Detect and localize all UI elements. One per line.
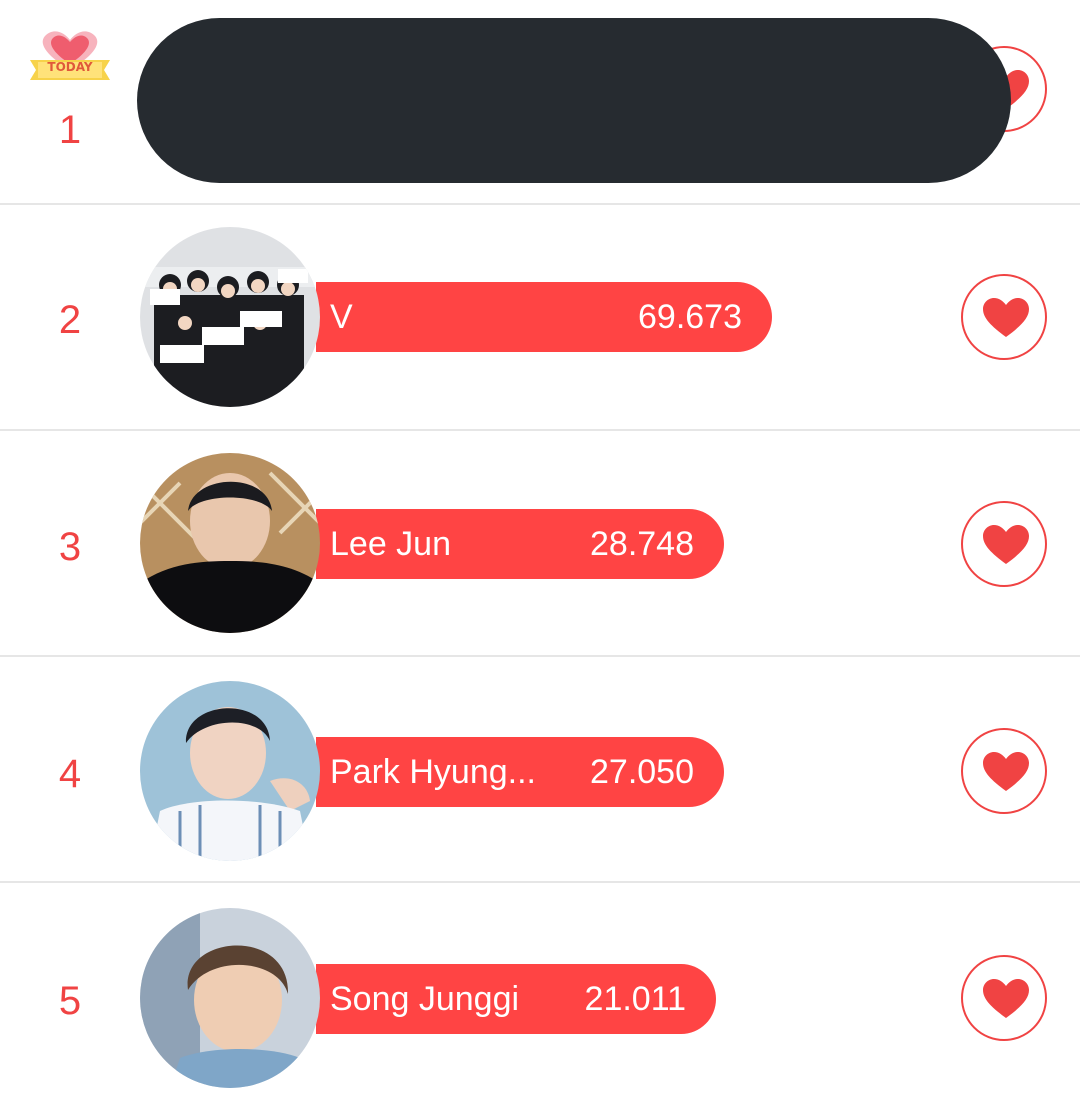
ranking-row-3[interactable]: 3 Lee Jun 28.748 (0, 431, 1080, 657)
avatar (140, 227, 320, 407)
rank-number: 5 (58, 979, 82, 1023)
today-heart-badge-icon: TODAY (24, 26, 116, 90)
heart-icon (983, 525, 1029, 564)
heart-icon (983, 979, 1029, 1018)
score-bar: V 69.673 (316, 282, 772, 352)
vote-heart-button[interactable] (961, 955, 1047, 1041)
vote-heart-button[interactable] (961, 728, 1047, 814)
rank-number: 3 (58, 525, 82, 569)
ranking-row-4[interactable]: 4 Park Hyung... 27.050 (0, 657, 1080, 883)
artist-name: Park Hyung... (330, 753, 536, 791)
avatar (140, 908, 320, 1088)
score-bar: Lee Jun 28.748 (316, 509, 724, 579)
ranking-row-5[interactable]: 5 Song Junggi 21.011 (0, 883, 1080, 1109)
rank-number: 4 (58, 752, 82, 796)
artist-name: V (330, 298, 353, 336)
vote-score: 69.673 (638, 298, 742, 336)
vote-heart-button[interactable] (961, 501, 1047, 587)
avatar (140, 453, 320, 633)
score-bar: Park Hyung... 27.050 (316, 737, 724, 807)
vote-heart-button[interactable] (961, 274, 1047, 360)
today-label: TODAY (47, 60, 93, 74)
artist-name: Song Junggi (330, 980, 520, 1018)
heart-icon (983, 298, 1029, 337)
ranking-row-2[interactable]: 2 V 69.673 (0, 205, 1080, 431)
ranking-row-1[interactable]: TODAY 1 (0, 0, 1080, 205)
vote-score: 27.050 (590, 753, 694, 791)
vote-score: 21.011 (584, 980, 686, 1018)
vote-score: 28.748 (590, 525, 694, 563)
rank-number: 1 (58, 108, 82, 152)
heart-icon (983, 752, 1029, 791)
rank-number: 2 (58, 298, 82, 342)
redaction-overlay (137, 18, 1011, 183)
score-bar: Song Junggi 21.011 (316, 964, 716, 1034)
artist-name: Lee Jun (330, 525, 451, 563)
avatar (140, 681, 320, 861)
